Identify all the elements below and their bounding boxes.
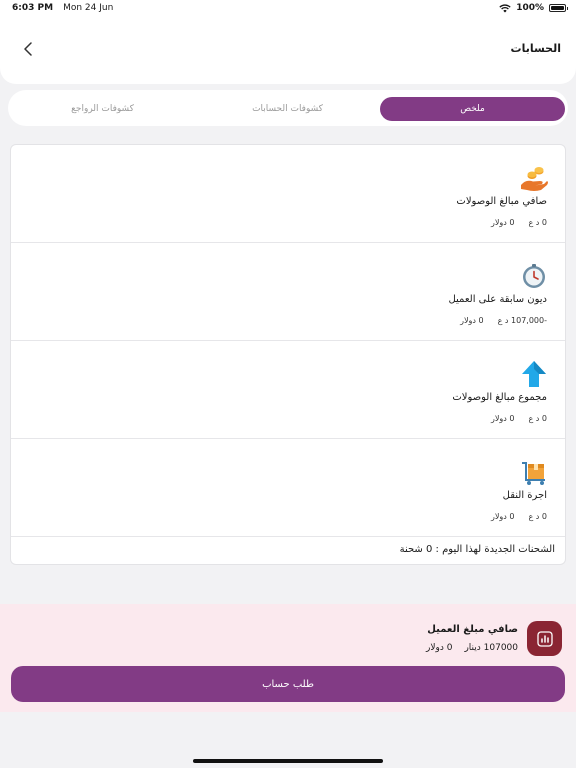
list-item-previous-debts: ديون سابقة على العميل -107,000 د ع 0 دول… [11, 243, 565, 341]
amount-usd: 0 دولار [490, 414, 515, 423]
wifi-icon [499, 3, 511, 12]
list-item-total-receipts: مجموع مبالغ الوصولات 0 د ع 0 دولار [11, 341, 565, 439]
tab-returns-statements[interactable]: كشوفات الرواجع [10, 97, 195, 121]
header: الحسابات [0, 18, 576, 84]
tab-account-statements[interactable]: كشوفات الحسابات [195, 97, 380, 121]
status-bar: 6:03 PM Mon 24 Jun 100% [0, 0, 576, 18]
amount-iqd: -107,000 د ع [497, 316, 547, 325]
tab-summary[interactable]: ملخص [380, 97, 565, 121]
clock-icon [523, 264, 545, 288]
status-time: 6:03 PM [12, 3, 54, 13]
amount-iqd: 0 د ع [528, 414, 547, 423]
amount-usd: 0 دولار [490, 218, 515, 227]
tab-bar: ملخص كشوفات الحسابات كشوفات الرواجع [8, 90, 568, 126]
client-summary-panel: صافي مبلغ العميل 107000 دينار 0 دولار طل… [0, 604, 576, 712]
back-button[interactable] [14, 34, 42, 64]
chart-icon [527, 621, 562, 656]
delivery-cart-icon [522, 462, 545, 485]
arrow-up-icon [522, 361, 546, 387]
status-date: Mon 24 Jun [63, 3, 114, 13]
item-title: ديون سابقة على العميل [448, 294, 547, 305]
summary-dinar: 107000 دينار [464, 643, 518, 653]
request-account-button[interactable]: طلب حساب [11, 666, 565, 702]
item-title: اجرة النقل [502, 490, 547, 501]
summary-dollar: 0 دولار [426, 643, 453, 653]
hand-coins-icon [521, 167, 548, 191]
list-item-net-receipts: صافي مبالغ الوصولات 0 د ع 0 دولار [11, 145, 565, 243]
home-indicator [193, 759, 383, 763]
summary-card: صافي مبالغ الوصولات 0 د ع 0 دولار ديون س… [10, 144, 566, 565]
amount-iqd: 0 د ع [528, 218, 547, 227]
amount-iqd: 0 د ع [528, 512, 547, 521]
item-title: مجموع مبالغ الوصولات [452, 392, 547, 403]
shipments-today: الشحنات الجديدة لهذا اليوم : 0 شحنة [399, 544, 555, 555]
chevron-left-icon [24, 42, 32, 56]
amount-usd: 0 دولار [460, 316, 484, 325]
item-title: صافي مبالغ الوصولات [456, 196, 547, 207]
battery-icon [549, 4, 568, 12]
page-title: الحسابات [510, 42, 561, 55]
battery-percent: 100% [516, 3, 544, 13]
list-item-shipping-fee: اجرة النقل 0 د ع 0 دولار [11, 439, 565, 537]
summary-title: صافي مبلغ العميل [427, 624, 518, 635]
amount-usd: 0 دولار [490, 512, 515, 521]
